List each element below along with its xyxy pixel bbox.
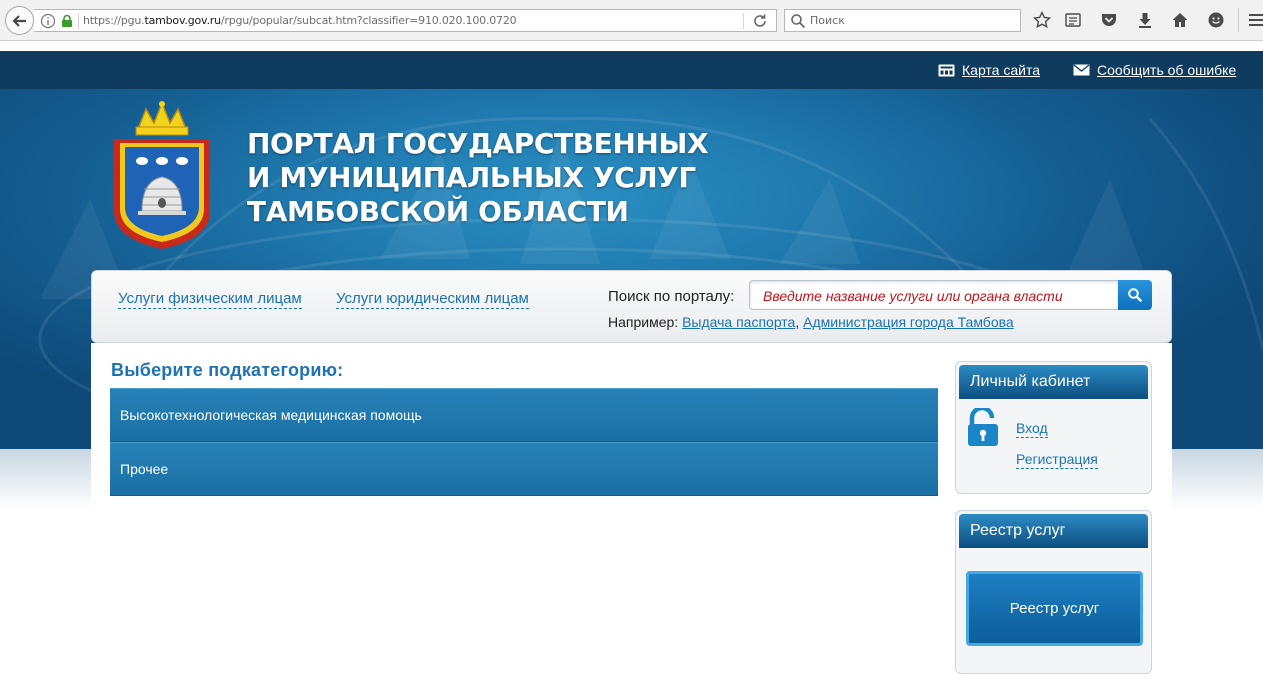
url-host: tambov.gov.ru <box>144 14 221 27</box>
portal-title-line-3: ТАМБОВСКОЙ ОБЛАСТИ <box>247 195 629 228</box>
portal-search-button[interactable] <box>1118 280 1152 310</box>
menu-icon[interactable] <box>1245 10 1263 30</box>
subcategory-item-other[interactable]: Прочее <box>110 442 938 496</box>
search-examples: Например: Выдача паспорта, Администрация… <box>608 314 1014 330</box>
lock-secure-icon[interactable] <box>60 14 74 28</box>
coat-of-arms-logo <box>114 100 210 249</box>
portal-search-input[interactable]: Введите название услуги или органа власт… <box>749 280 1119 310</box>
services-registry-widget: Реестр услуг Реестр услуг <box>955 510 1152 674</box>
services-registry-button[interactable]: Реестр услуг <box>966 571 1143 646</box>
report-error-link[interactable]: Сообщить об ошибке <box>1073 62 1236 78</box>
url-path: /rpgu/popular/subcat.htm?classifier=910.… <box>220 14 517 27</box>
page: Карта сайта Сообщить об ошибке ПОРТАЛ ГО… <box>0 41 1263 681</box>
url-text[interactable]: https://pgu.tambov.gov.ru/rpgu/popular/s… <box>83 14 517 27</box>
example-separator: , <box>795 314 800 330</box>
personal-cabinet-widget: Личный кабинет Вход Регистрация <box>955 361 1152 494</box>
personal-cabinet-title: Личный кабинет <box>959 365 1148 399</box>
envelope-icon <box>1073 64 1090 76</box>
nav-search-panel: Услуги физическим лицам Услуги юридическ… <box>91 270 1172 343</box>
portal-title-line-2: И МУНИЦИПАЛЬНЫХ УСЛУГ <box>247 161 696 194</box>
hello-chat-icon[interactable] <box>1206 10 1226 30</box>
reload-separator <box>743 13 744 29</box>
browser-search-field[interactable]: Поиск <box>784 9 1021 32</box>
bookmark-star-icon[interactable] <box>1032 10 1052 30</box>
page-top-strip <box>0 41 1263 51</box>
nav-individuals-link[interactable]: Услуги физическим лицам <box>118 290 302 309</box>
home-icon[interactable] <box>1170 10 1190 30</box>
example-label: Например: <box>608 314 679 330</box>
sitemap-label: Карта сайта <box>962 62 1040 78</box>
reading-list-icon[interactable] <box>1063 10 1083 30</box>
url-prefix: https://pgu. <box>83 14 145 27</box>
browser-search-placeholder: Поиск <box>810 14 845 27</box>
portal-search-label: Поиск по порталу: <box>608 288 735 305</box>
browser-toolbar: https://pgu.tambov.gov.ru/rpgu/popular/s… <box>0 0 1263 41</box>
register-link[interactable]: Регистрация <box>1016 451 1098 469</box>
download-icon[interactable] <box>1135 10 1155 30</box>
login-link[interactable]: Вход <box>1016 420 1048 438</box>
page-title: Выберите подкатегорию: <box>111 360 344 380</box>
url-separator <box>78 12 79 29</box>
portal-search-placeholder: Введите название услуги или органа власт… <box>763 288 1063 304</box>
address-bar[interactable]: https://pgu.tambov.gov.ru/rpgu/popular/s… <box>34 9 777 32</box>
report-error-label: Сообщить об ошибке <box>1097 62 1237 78</box>
portal-title-line-1: ПОРТАЛ ГОСУДАРСТВЕННЫХ <box>247 127 709 160</box>
info-icon[interactable] <box>40 13 56 29</box>
portal-title: ПОРТАЛ ГОСУДАРСТВЕННЫХ И МУНИЦИПАЛЬНЫХ У… <box>247 127 709 229</box>
unlock-icon <box>968 408 998 446</box>
top-utility-bar: Карта сайта Сообщить об ошибке <box>0 51 1263 89</box>
sitemap-icon <box>938 64 955 76</box>
example-tambov-admin-link[interactable]: Администрация города Тамбова <box>803 314 1014 330</box>
services-registry-title: Реестр услуг <box>959 514 1148 548</box>
search-icon <box>1128 288 1143 303</box>
back-button[interactable] <box>5 6 34 35</box>
reload-icon[interactable] <box>752 13 768 29</box>
arrow-left-icon <box>11 14 26 27</box>
subcategory-list: Высокотехнологическая медицинская помощь… <box>110 388 938 496</box>
pocket-icon[interactable] <box>1099 10 1119 30</box>
nav-legal-entities-link[interactable]: Услуги юридическим лицам <box>336 290 529 309</box>
toolbar-separator <box>1238 8 1239 32</box>
example-passport-link[interactable]: Выдача паспорта <box>682 314 795 330</box>
search-icon <box>791 13 806 28</box>
subcategory-item-high-tech-medical[interactable]: Высокотехнологическая медицинская помощь <box>110 388 938 442</box>
sitemap-link[interactable]: Карта сайта <box>938 62 1040 78</box>
